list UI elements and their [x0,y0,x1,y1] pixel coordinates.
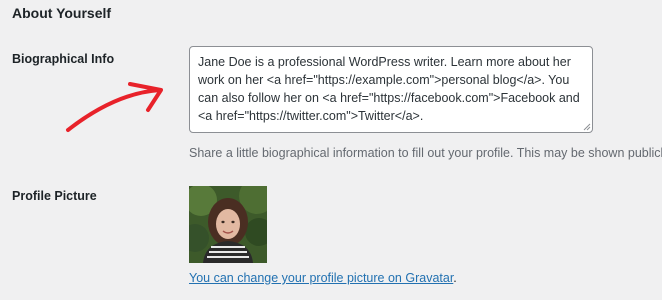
resize-handle-icon[interactable] [583,123,591,131]
bio-description: Share a little biographical information … [189,146,662,160]
gravatar-link[interactable]: You can change your profile picture on G… [189,271,453,285]
gravatar-line: You can change your profile picture on G… [189,271,457,285]
red-arrow-icon [66,82,163,132]
profile-picture-label: Profile Picture [12,189,97,203]
biographical-info-textarea[interactable]: Jane Doe is a professional WordPress wri… [189,46,593,133]
avatar [189,186,267,263]
biographical-info-label: Biographical Info [12,52,115,66]
gravatar-suffix: . [453,271,457,285]
section-heading: About Yourself [12,5,112,21]
